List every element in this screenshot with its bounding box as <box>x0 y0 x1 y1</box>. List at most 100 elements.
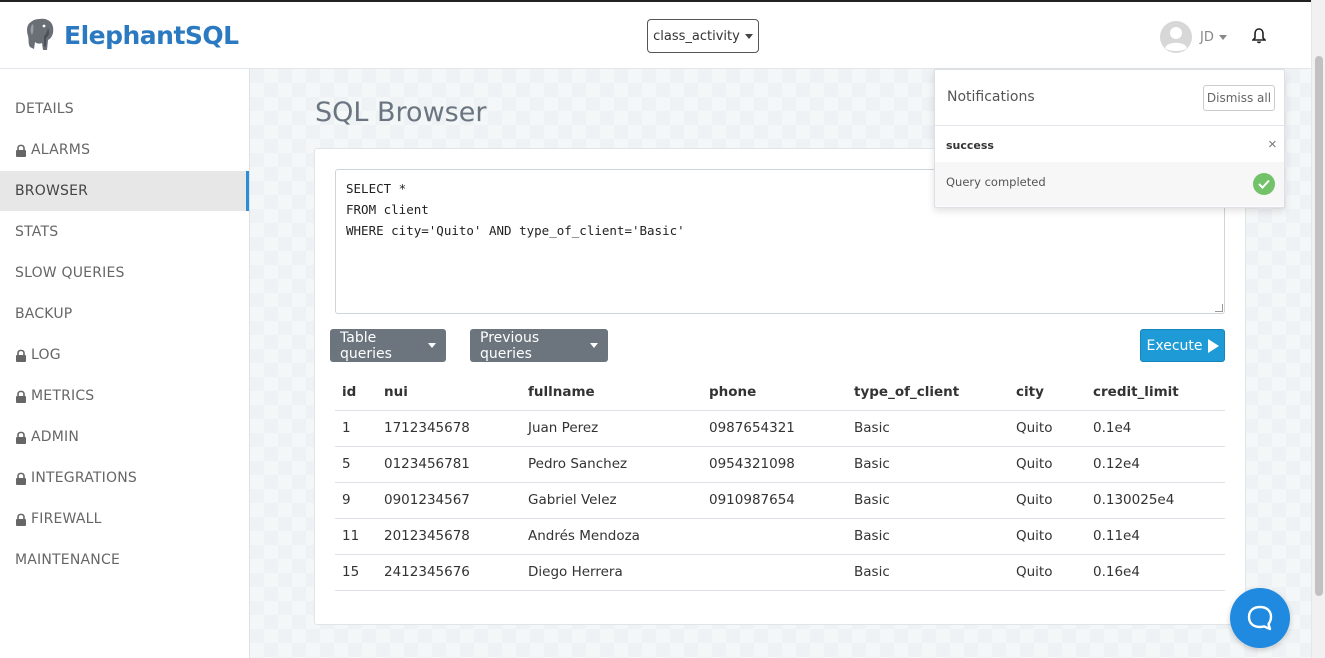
table-cell: 5 <box>335 446 377 483</box>
lock-icon <box>16 472 26 485</box>
brand-logo[interactable]: ElephantSQL <box>24 16 239 54</box>
sidebar-item-firewall[interactable]: FIREWALL <box>0 499 249 539</box>
sidebar-item-label: STATS <box>15 224 59 240</box>
check-icon <box>1253 173 1275 195</box>
execute-button[interactable]: Execute <box>1140 329 1225 362</box>
top-bar: ElephantSQL class_activity JD <box>0 0 1311 69</box>
dismiss-all-button[interactable]: Dismiss all <box>1203 85 1275 111</box>
sidebar-item-log[interactable]: LOG <box>0 335 249 375</box>
notification-item: Query completed <box>935 162 1284 206</box>
chevron-down-icon <box>1218 34 1227 40</box>
sidebar-item-admin[interactable]: ADMIN <box>0 417 249 457</box>
table-cell: Diego Herrera <box>521 554 702 591</box>
table-cell: Andrés Mendoza <box>521 518 702 555</box>
sidebar-item-backup[interactable]: BACKUP <box>0 294 249 334</box>
table-cell: Quito <box>1009 482 1086 519</box>
sidebar-item-integrations[interactable]: INTEGRATIONS <box>0 458 249 498</box>
column-header-city: city <box>1009 375 1086 411</box>
table-cell: Basic <box>847 482 1009 519</box>
table-row: 1 1712345678 Juan Perez 0987654321 Basic… <box>335 410 1225 447</box>
table-cell: Quito <box>1009 554 1086 591</box>
column-header-fullname: fullname <box>521 375 702 411</box>
notifications-header: Notifications Dismiss all <box>935 70 1284 126</box>
close-icon[interactable]: × <box>1268 136 1277 153</box>
sidebar-item-stats[interactable]: STATS <box>0 212 249 252</box>
chevron-down-icon <box>744 33 753 39</box>
table-cell: Quito <box>1009 518 1086 555</box>
page-scrollbar[interactable] <box>1311 0 1325 658</box>
sidebar-item-slow-queries[interactable]: SLOW QUERIES <box>0 253 249 293</box>
table-cell: Basic <box>847 518 1009 555</box>
resize-handle-icon[interactable] <box>1215 304 1223 312</box>
table-cell: 15 <box>335 554 377 591</box>
table-cell: Basic <box>847 554 1009 591</box>
sidebar-item-metrics[interactable]: METRICS <box>0 376 249 416</box>
table-cell: Quito <box>1009 410 1086 447</box>
table-cell: 0.16e4 <box>1086 554 1225 591</box>
app-title: ElephantSQL <box>64 20 239 50</box>
table-cell: 0.12e4 <box>1086 446 1225 483</box>
lock-icon <box>16 513 26 526</box>
table-row: 11 2012345678 Andrés Mendoza Basic Quito… <box>335 518 1225 555</box>
table-cell: 0954321098 <box>702 446 847 483</box>
column-header-credit-limit: credit_limit <box>1086 375 1225 411</box>
previous-queries-button[interactable]: Previous queries <box>470 329 608 362</box>
table-header-row: id nui fullname phone type_of_client cit… <box>335 375 1225 411</box>
table-cell: 0.130025e4 <box>1086 482 1225 519</box>
sidebar-item-browser[interactable]: BROWSER <box>0 171 249 211</box>
table-cell: Juan Perez <box>521 410 702 447</box>
sidebar-item-label: LOG <box>31 347 61 363</box>
column-header-id: id <box>335 375 377 411</box>
page-title: SQL Browser <box>315 97 487 128</box>
previous-queries-label: Previous queries <box>480 329 540 362</box>
play-icon <box>1207 338 1219 353</box>
column-header-phone: phone <box>702 375 847 411</box>
sidebar-item-maintenance[interactable]: MAINTENANCE <box>0 540 249 580</box>
bell-icon <box>1251 28 1267 44</box>
notifications-panel: Notifications Dismiss all success × Quer… <box>934 69 1285 208</box>
scrollbar-thumb[interactable] <box>1315 56 1323 596</box>
table-cell: 9 <box>335 482 377 519</box>
user-menu[interactable]: JD <box>1160 21 1227 53</box>
sidebar-item-label: BROWSER <box>15 183 89 199</box>
sql-browser-card: SELECT * FROM client WHERE city='Quito' … <box>314 148 1246 625</box>
sidebar-item-label: DETAILS <box>15 101 74 117</box>
sidebar-item-alarms[interactable]: ALARMS <box>0 130 249 170</box>
sidebar-item-label: INTEGRATIONS <box>31 470 137 486</box>
column-header-nui: nui <box>377 375 521 411</box>
sidebar-item-label: BACKUP <box>15 306 73 322</box>
chevron-down-icon <box>428 343 436 348</box>
table-cell: 2012345678 <box>377 518 521 555</box>
table-cell: Quito <box>1009 446 1086 483</box>
table-row: 15 2412345676 Diego Herrera Basic Quito … <box>335 554 1225 591</box>
notifications-button[interactable] <box>1251 28 1267 49</box>
lock-icon <box>16 144 26 157</box>
results-table: id nui fullname phone type_of_client cit… <box>335 375 1225 591</box>
sidebar-item-details[interactable]: DETAILS <box>0 89 249 129</box>
sidebar-item-label: SLOW QUERIES <box>15 265 125 281</box>
table-cell <box>702 554 847 591</box>
table-queries-button[interactable]: Table queries <box>330 329 446 362</box>
table-cell: 1 <box>335 410 377 447</box>
table-cell: 11 <box>335 518 377 555</box>
instance-select[interactable]: class_activity <box>647 19 759 53</box>
table-cell: Gabriel Velez <box>521 482 702 519</box>
chevron-down-icon <box>590 343 598 348</box>
sidebar: DETAILS ALARMS BROWSER STATS SLOW QUERIE… <box>0 69 250 658</box>
avatar-icon <box>1160 21 1192 53</box>
notification-message: Query completed <box>946 175 1046 189</box>
table-cell: 0.1e4 <box>1086 410 1225 447</box>
sidebar-item-label: ADMIN <box>31 429 80 445</box>
table-row: 9 0901234567 Gabriel Velez 0910987654 Ba… <box>335 482 1225 519</box>
table-cell <box>702 518 847 555</box>
chat-widget-button[interactable] <box>1230 588 1290 648</box>
sidebar-item-label: MAINTENANCE <box>15 552 120 568</box>
table-queries-label: Table queries <box>340 329 392 362</box>
sidebar-item-label: ALARMS <box>31 142 91 158</box>
table-cell: Basic <box>847 410 1009 447</box>
table-cell: 0.11e4 <box>1086 518 1225 555</box>
chat-icon <box>1247 605 1273 631</box>
table-cell: Basic <box>847 446 1009 483</box>
table-cell: 2412345676 <box>377 554 521 591</box>
table-cell: Pedro Sanchez <box>521 446 702 483</box>
